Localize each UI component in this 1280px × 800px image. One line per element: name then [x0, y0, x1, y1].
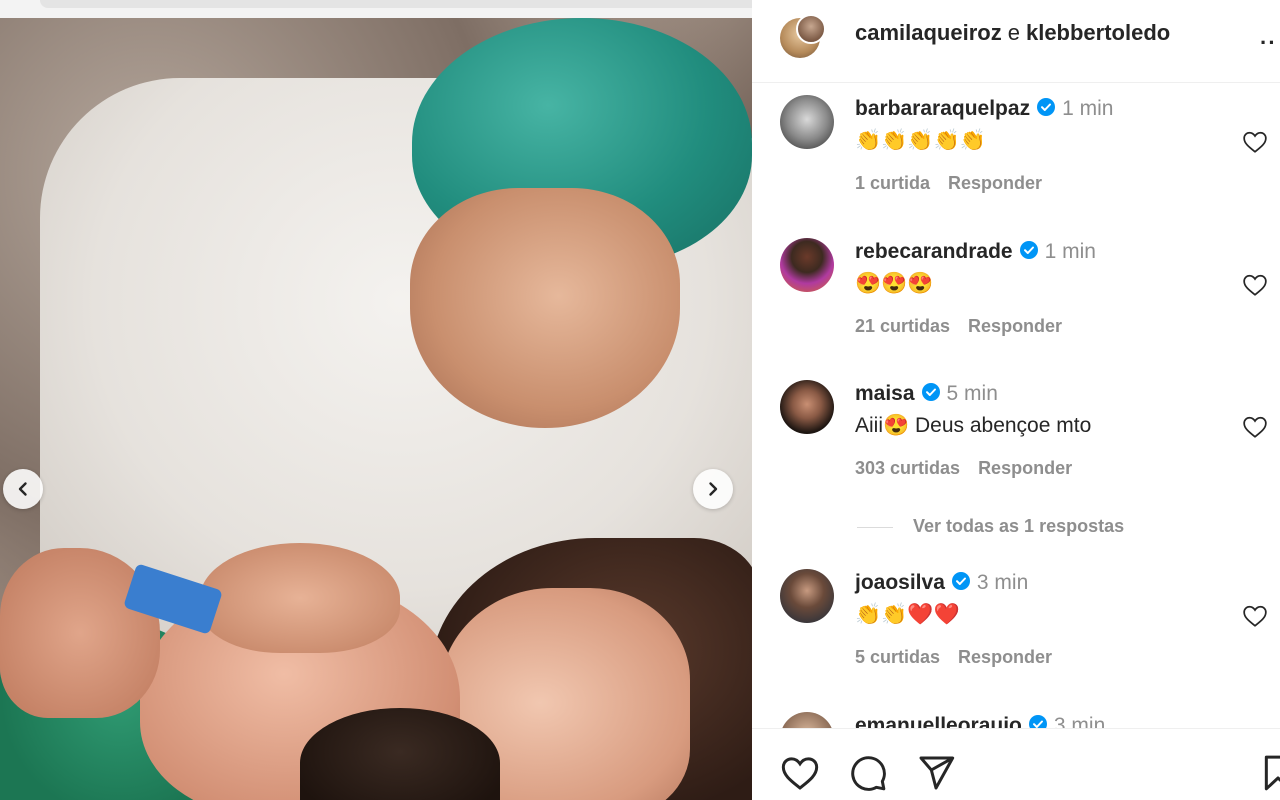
reply-button[interactable]: Responder	[968, 316, 1062, 336]
comment-meta: 1 curtida Responder	[855, 173, 1060, 194]
like-count[interactable]: 303 curtidas	[855, 458, 960, 478]
chevron-left-icon	[18, 482, 27, 496]
view-replies-button[interactable]: Ver todas as 1 respostas	[857, 516, 1124, 537]
send-icon[interactable]	[916, 753, 956, 793]
reply-button[interactable]: Responder	[958, 647, 1052, 667]
comments-panel: camilaqueiroz e klebbertoledo ·· barbarara…	[752, 0, 1280, 800]
commenter-username[interactable]: maisa	[855, 382, 915, 405]
comment-meta: 5 curtidas Responder	[855, 647, 1070, 668]
authors-conjunction: e	[1007, 20, 1020, 45]
chevron-right-icon	[709, 482, 718, 496]
comment-header: rebecarandrade 1 min	[855, 240, 1096, 264]
comment-icon[interactable]	[848, 753, 888, 793]
author-username[interactable]: camilaqueiroz	[855, 20, 1002, 45]
commenter-avatar[interactable]	[780, 380, 834, 434]
like-count[interactable]: 5 curtidas	[855, 647, 940, 667]
commenter-username[interactable]: barbararaquelpaz	[855, 97, 1030, 120]
reply-button[interactable]: Responder	[948, 173, 1042, 193]
commenter-avatar[interactable]	[780, 238, 834, 292]
more-options-icon[interactable]: ··	[1260, 30, 1277, 56]
next-photo-button[interactable]	[693, 469, 733, 509]
like-count[interactable]: 21 curtidas	[855, 316, 950, 336]
heart-icon[interactable]	[1242, 603, 1268, 629]
post-photo[interactable]	[0, 18, 752, 800]
comment-time: 1 min	[1044, 240, 1096, 263]
verified-badge-icon	[1037, 98, 1056, 116]
comment-text: 😍😍😍	[855, 272, 934, 295]
heart-icon[interactable]	[1242, 129, 1268, 155]
replies-divider	[857, 526, 893, 528]
post-actions-bar	[752, 728, 1280, 800]
heart-icon[interactable]	[1242, 272, 1268, 298]
verified-badge-icon	[951, 572, 970, 590]
commenter-username[interactable]: joaosilva	[855, 571, 945, 594]
heart-icon[interactable]	[780, 753, 820, 793]
comment-header: joaosilva 3 min	[855, 571, 1028, 595]
commenter-avatar[interactable]	[780, 569, 834, 623]
commenter-username[interactable]: rebecarandrade	[855, 240, 1013, 263]
view-replies-label: Ver todas as 1 respostas	[913, 516, 1125, 536]
like-count[interactable]: 1 curtida	[855, 173, 930, 193]
comment-meta: 303 curtidas Responder	[855, 458, 1090, 479]
post-authors: camilaqueiroz e klebbertoledo	[855, 20, 1170, 46]
comment-header: barbararaquelpaz 1 min	[855, 97, 1113, 121]
commenter-avatar[interactable]	[780, 95, 834, 149]
coauthor-avatar[interactable]	[796, 14, 826, 44]
verified-badge-icon	[921, 383, 940, 401]
comment-time: 5 min	[946, 382, 998, 405]
comment-header: maisa 5 min	[855, 382, 998, 406]
comment-meta: 21 curtidas Responder	[855, 316, 1080, 337]
previous-photo-button[interactable]	[3, 469, 43, 509]
comment-time: 3 min	[976, 571, 1029, 594]
bookmark-icon[interactable]	[1258, 753, 1280, 793]
comment-text: Aiii😍 Deus abençoe mto	[855, 414, 1092, 437]
comment-text: 👏👏👏👏👏	[855, 129, 986, 152]
comment-time: 1 min	[1062, 97, 1114, 120]
verified-badge-icon	[1019, 241, 1038, 259]
coauthor-username[interactable]: klebbertoledo	[1026, 20, 1170, 45]
reply-button[interactable]: Responder	[978, 458, 1072, 478]
heart-icon[interactable]	[1242, 414, 1268, 440]
post-header: camilaqueiroz e klebbertoledo ··	[752, 0, 1280, 83]
comment-text: 👏👏❤️❤️	[855, 603, 960, 626]
